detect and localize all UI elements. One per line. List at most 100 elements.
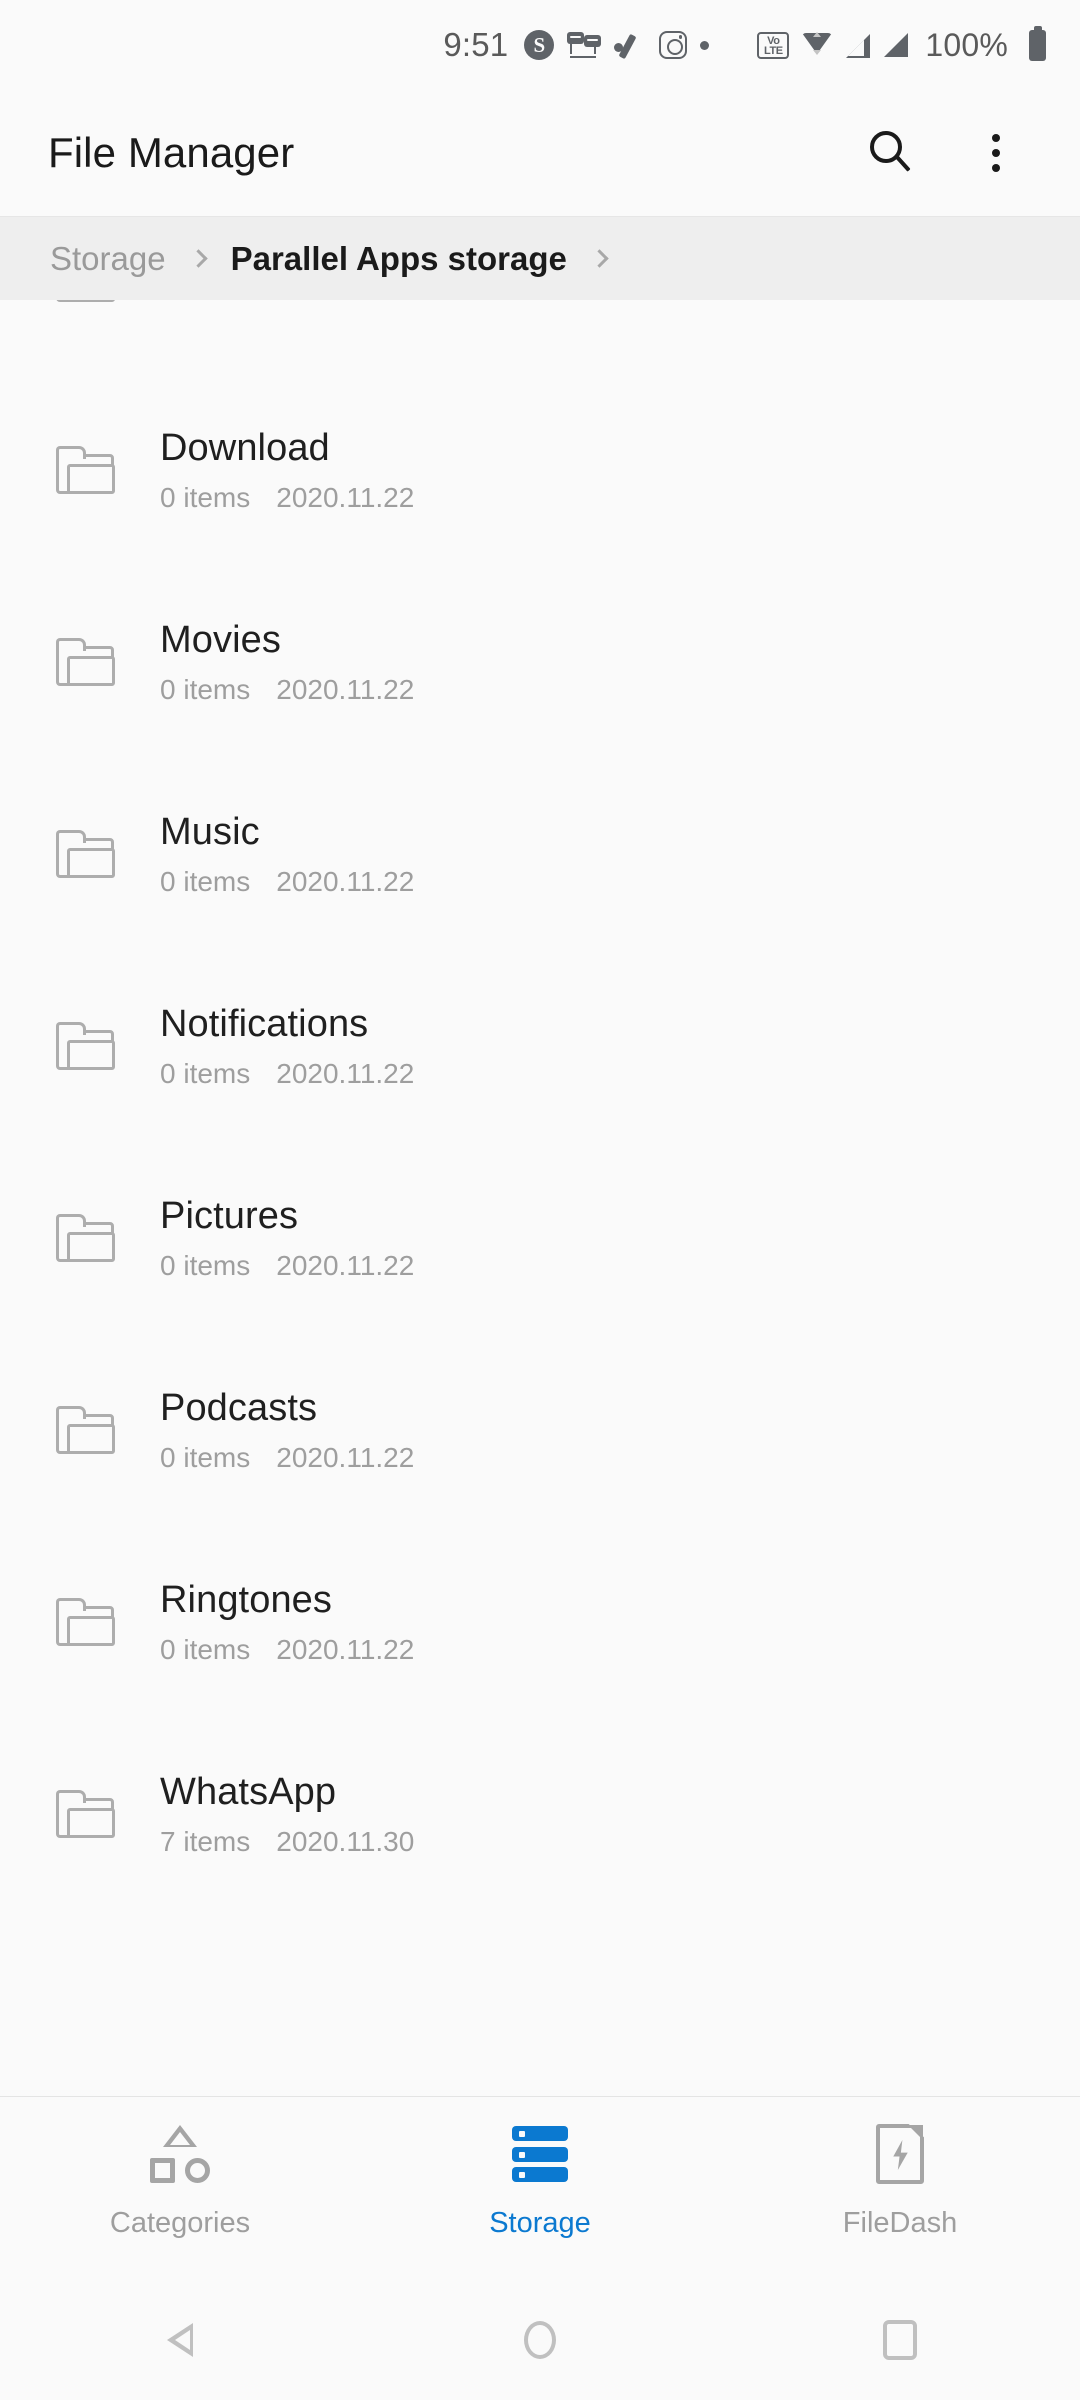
wifi-icon xyxy=(802,32,833,58)
folder-icon xyxy=(56,300,116,302)
tab-filedash-label: FileDash xyxy=(842,2207,958,2239)
file-list-scroll-area[interactable]: 0 items 2020.11.22 Download 0 items 2020… xyxy=(0,300,1080,2095)
recents-button[interactable] xyxy=(720,2320,1080,2360)
list-item[interactable]: Notifications 0 items 2020.11.22 xyxy=(0,950,1080,1142)
list-item-count: 0 items xyxy=(160,481,251,513)
list-item-count: 7 items xyxy=(160,1825,251,1857)
tab-categories[interactable]: Categories xyxy=(0,2123,360,2240)
signal-2-icon xyxy=(884,33,909,57)
app-bar-actions xyxy=(844,105,1044,201)
list-item-text: Music 0 items 2020.11.22 xyxy=(160,811,414,898)
folder-icon xyxy=(56,1022,116,1070)
chevron-right-icon xyxy=(590,249,609,268)
app-bar: File Manager xyxy=(0,90,1080,216)
breadcrumb: Storage Parallel Apps storage xyxy=(0,216,1080,300)
folder-icon xyxy=(56,1406,116,1454)
phone-screen: 9:51 S Vo LTE 100% File Manager Storage … xyxy=(0,0,1080,2400)
status-bar-icons: S Vo LTE 100% xyxy=(524,25,1046,64)
list-item-date: 2020.11.22 xyxy=(276,673,415,705)
list-item[interactable]: Movies 0 items 2020.11.22 xyxy=(0,566,1080,758)
list-item-name: Ringtones xyxy=(160,1578,333,1621)
list-item-text: WhatsApp 7 items 2020.11.30 xyxy=(160,1771,414,1858)
more-options-icon xyxy=(992,134,1000,172)
list-item-date: 2020.11.22 xyxy=(276,481,415,513)
list-item-date: 2020.11.22 xyxy=(276,1249,415,1281)
list-item-text: Ringtones 0 items 2020.11.22 xyxy=(160,1579,414,1666)
list-item-date: 2020.11.22 xyxy=(276,1633,415,1665)
list-item-count: 0 items xyxy=(160,673,251,705)
list-item-text: Movies 0 items 2020.11.22 xyxy=(160,619,414,706)
chevron-right-icon xyxy=(188,249,208,268)
list-item-date: 2020.11.22 xyxy=(276,865,415,897)
list-item-meta: 0 items 2020.11.22 xyxy=(160,482,414,514)
list-item-date: 2020.11.22 xyxy=(276,1441,415,1473)
list-item-text: Download 0 items 2020.11.22 xyxy=(160,427,414,514)
list-item[interactable]: Pictures 0 items 2020.11.22 xyxy=(0,1142,1080,1334)
list-item-count: 0 items xyxy=(160,1249,251,1281)
volte2-icon: Vo LTE xyxy=(757,31,790,59)
folder-icon xyxy=(56,638,116,686)
list-item-date: 2020.11.30 xyxy=(276,1825,415,1857)
list-item-count: 0 items xyxy=(160,1633,251,1665)
list-item[interactable]: Ringtones 0 items 2020.11.22 xyxy=(0,1526,1080,1718)
list-item-count: 0 items xyxy=(160,1441,251,1473)
file-list: 0 items 2020.11.22 Download 0 items 2020… xyxy=(0,300,1080,1910)
bottom-navigation: Categories Storage FileDash xyxy=(0,2096,1080,2280)
signal-1-icon xyxy=(846,33,871,58)
back-icon xyxy=(167,2323,193,2357)
list-item-meta: 0 items 2020.11.22 xyxy=(160,1058,414,1090)
back-button[interactable] xyxy=(0,2323,360,2357)
list-item-meta: 0 items 2020.11.22 xyxy=(160,1442,414,1474)
list-item-text: Notifications 0 items 2020.11.22 xyxy=(160,1003,414,1090)
folder-icon xyxy=(56,1214,116,1262)
volte-top-label: Vo xyxy=(767,34,780,47)
list-item[interactable]: Podcasts 0 items 2020.11.22 xyxy=(0,1334,1080,1526)
skype-icon: S xyxy=(524,30,555,60)
recents-icon xyxy=(883,2320,917,2360)
list-item-count: 0 items xyxy=(160,1057,251,1089)
page-title: File Manager xyxy=(48,129,295,176)
list-item-meta: 0 items 2020.11.22 xyxy=(160,1250,414,1282)
list-item-name: Pictures xyxy=(160,1194,299,1237)
more-options-button[interactable] xyxy=(948,105,1044,201)
instagram-icon xyxy=(659,31,688,59)
list-item-count: 0 items xyxy=(160,865,251,897)
list-item-name: Notifications xyxy=(160,1002,369,1045)
folder-icon xyxy=(56,1598,116,1646)
list-item-name: WhatsApp xyxy=(160,1770,337,1813)
list-item-name: Music xyxy=(160,810,260,853)
breadcrumb-item-current[interactable]: Parallel Apps storage xyxy=(227,234,571,284)
android-navigation-bar xyxy=(0,2280,1080,2400)
volte-bottom-label: LTE xyxy=(763,44,783,57)
list-item[interactable]: 0 items 2020.11.22 xyxy=(0,300,1080,374)
list-item-meta: 0 items 2020.11.22 xyxy=(160,674,414,706)
list-item-meta: 7 items 2020.11.30 xyxy=(160,1826,414,1858)
home-button[interactable] xyxy=(360,2321,720,2359)
list-item-name: Movies xyxy=(160,618,281,661)
status-bar: 9:51 S Vo LTE 100% xyxy=(0,0,1080,90)
folder-icon xyxy=(56,830,116,878)
storage-icon xyxy=(512,2123,568,2185)
folder-icon xyxy=(56,1790,116,1838)
list-item-meta: 0 items 2020.11.22 xyxy=(160,1634,414,1666)
status-bar-clock: 9:51 xyxy=(443,26,509,63)
search-button[interactable] xyxy=(844,105,940,201)
tab-filedash[interactable]: FileDash xyxy=(720,2123,1080,2240)
home-icon xyxy=(524,2321,556,2359)
list-item-date: 2020.11.22 xyxy=(276,1057,415,1089)
breadcrumb-item-storage[interactable]: Storage xyxy=(46,234,170,284)
shapes-icon xyxy=(148,2123,212,2185)
list-item[interactable]: Music 0 items 2020.11.22 xyxy=(0,758,1080,950)
list-item-meta: 0 items 2020.11.22 xyxy=(160,866,414,898)
chat-icon xyxy=(567,32,602,58)
list-item-text: Podcasts 0 items 2020.11.22 xyxy=(160,1387,414,1474)
tab-storage[interactable]: Storage xyxy=(360,2123,720,2240)
search-icon xyxy=(870,131,914,175)
list-item-name: Download xyxy=(160,426,330,469)
list-item[interactable]: WhatsApp 7 items 2020.11.30 xyxy=(0,1718,1080,1910)
folder-icon xyxy=(56,446,116,494)
list-item[interactable]: Download 0 items 2020.11.22 xyxy=(0,374,1080,566)
battery-icon xyxy=(1021,25,1046,61)
list-item-name: Podcasts xyxy=(160,1386,318,1429)
tab-categories-label: Categories xyxy=(109,2207,251,2239)
